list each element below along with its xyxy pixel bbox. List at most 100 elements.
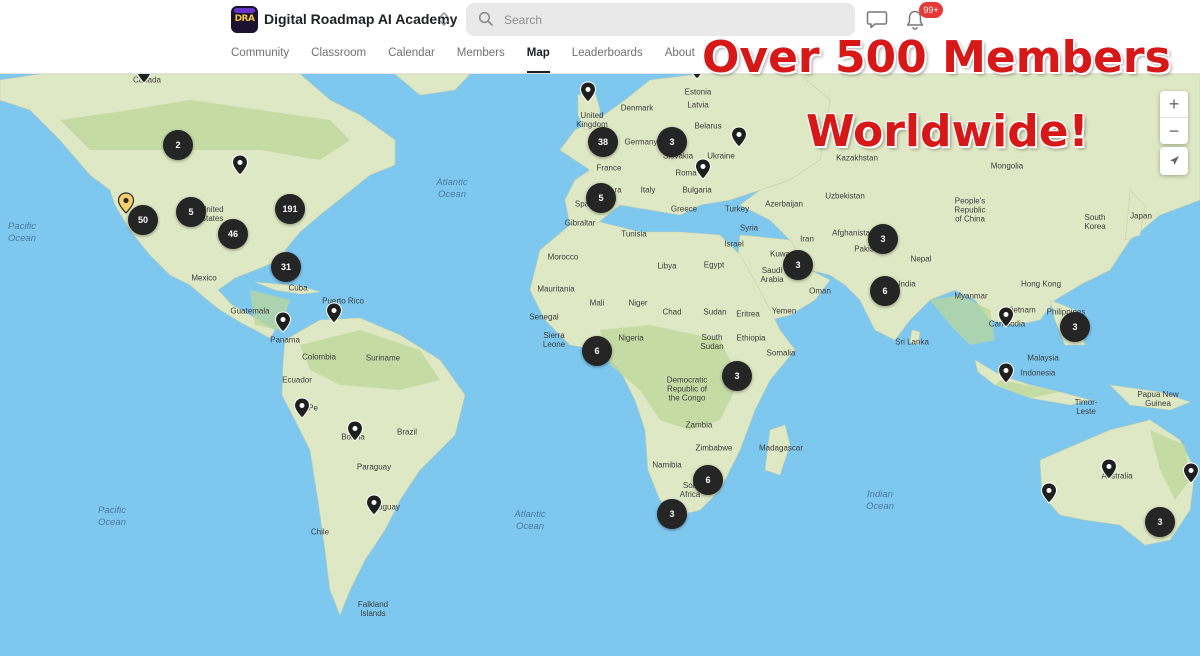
member-pin-icon[interactable]: [365, 494, 383, 516]
current-user-pin-icon[interactable]: [117, 192, 135, 214]
label-saudi-arabia: Saudi Arabia: [760, 266, 784, 284]
member-cluster[interactable]: 6: [870, 276, 900, 306]
label-nepal: Nepal: [910, 254, 932, 264]
member-pin-icon[interactable]: [231, 154, 249, 176]
member-cluster[interactable]: 3: [1145, 507, 1175, 537]
label-mauritania: Mauritania: [537, 284, 575, 294]
label-colombia: Colombia: [302, 352, 336, 362]
chat-icon[interactable]: [866, 10, 888, 30]
tab-about[interactable]: About: [665, 47, 695, 73]
label-hong-kong: Hong Kong: [1020, 279, 1062, 289]
navigation-arrow-icon: [1170, 156, 1179, 165]
member-pin-icon[interactable]: [694, 158, 712, 180]
member-pin-icon[interactable]: [135, 74, 153, 84]
member-cluster[interactable]: 5: [586, 183, 616, 213]
label-pacific-ocean-north: Pacific Ocean: [8, 221, 36, 244]
search-bar[interactable]: [466, 3, 855, 36]
member-pin-icon[interactable]: [997, 362, 1015, 384]
member-pin-icon[interactable]: [1100, 458, 1118, 480]
member-cluster[interactable]: 5: [176, 197, 206, 227]
member-cluster[interactable]: 38: [588, 127, 618, 157]
zoom-in-button[interactable]: +: [1160, 91, 1188, 117]
member-cluster[interactable]: 3: [783, 250, 813, 280]
label-egypt: Egypt: [703, 260, 725, 270]
zoom-out-button[interactable]: −: [1160, 118, 1188, 144]
label-niger: Niger: [628, 298, 648, 308]
member-cluster[interactable]: 191: [275, 194, 305, 224]
tab-classroom[interactable]: Classroom: [311, 47, 366, 73]
group-name[interactable]: Digital Roadmap AI Academy: [264, 11, 457, 27]
label-israel: Israel: [724, 239, 744, 249]
label-india: India: [898, 279, 916, 289]
label-chad: Chad: [662, 307, 682, 317]
member-cluster[interactable]: 2: [163, 130, 193, 160]
member-cluster[interactable]: 46: [218, 219, 248, 249]
label-kazakhstan: Kazakhstan: [836, 153, 878, 163]
member-cluster[interactable]: 6: [693, 465, 723, 495]
label-mali: Mali: [589, 298, 605, 308]
tab-map[interactable]: Map: [526, 47, 550, 73]
label-japan: Japan: [1130, 211, 1152, 221]
label-mongolia: Mongolia: [990, 161, 1024, 171]
label-panama: Panama: [270, 335, 300, 345]
label-sudan: Sudan: [703, 307, 727, 317]
label-south-korea: South Korea: [1084, 213, 1106, 231]
member-cluster[interactable]: 3: [868, 224, 898, 254]
notification-count-badge: 99+: [919, 2, 943, 18]
label-gibraltar: Gibraltar: [564, 218, 596, 228]
label-drc: Democratic Republic of the Congo: [666, 375, 708, 403]
member-pin-icon[interactable]: [346, 420, 364, 442]
member-cluster[interactable]: 3: [1060, 312, 1090, 342]
label-paraguay: Paraguay: [356, 462, 392, 472]
label-south-sudan: South Sudan: [700, 333, 724, 351]
member-pin-icon[interactable]: [730, 126, 748, 148]
search-icon: [478, 11, 493, 26]
label-ra: ra: [614, 185, 622, 195]
member-pin-icon[interactable]: [997, 306, 1015, 328]
group-logo[interactable]: DRA: [231, 6, 258, 33]
member-pin-icon[interactable]: [1182, 462, 1200, 484]
label-ecuador: Ecuador: [282, 375, 312, 385]
label-afghanistan: Afghanista: [832, 228, 870, 238]
label-oman: Oman: [809, 286, 831, 296]
label-atlantic-ocean-south: Atlantic Ocean: [514, 509, 546, 532]
label-turkey: Turkey: [724, 204, 750, 214]
member-pin-icon[interactable]: [1040, 482, 1058, 504]
label-china: People's Republic of China: [954, 196, 986, 224]
zoom-controls: + −: [1160, 91, 1188, 144]
label-azerbaijan: Azerbaijan: [765, 199, 803, 209]
tab-members[interactable]: Members: [457, 47, 505, 73]
label-timor-leste: Timor- Leste: [1074, 398, 1098, 416]
member-pin-icon[interactable]: [688, 74, 706, 80]
label-madagascar: Madagascar: [758, 443, 804, 453]
label-morocco: Morocco: [547, 252, 579, 262]
group-switcher-icon[interactable]: [437, 10, 451, 28]
tab-community[interactable]: Community: [231, 47, 289, 73]
label-chile: Chile: [310, 527, 330, 537]
world-map[interactable]: Canada United States Mexico Cuba Puerto …: [0, 74, 1200, 656]
label-brazil: Brazil: [396, 427, 418, 437]
member-cluster[interactable]: 3: [657, 127, 687, 157]
member-cluster[interactable]: 3: [657, 499, 687, 529]
label-denmark: Denmark: [620, 103, 654, 113]
tab-leaderboards[interactable]: Leaderboards: [572, 47, 643, 73]
label-greece: Greece: [670, 204, 698, 214]
search-input[interactable]: [504, 3, 844, 36]
tab-calendar[interactable]: Calendar: [388, 47, 435, 73]
member-pin-icon[interactable]: [325, 302, 343, 324]
label-belarus: Belarus: [694, 121, 722, 131]
logo-text: DRA: [234, 14, 255, 24]
label-suriname: Suriname: [365, 353, 401, 363]
member-pin-icon[interactable]: [579, 81, 597, 103]
label-eritrea: Eritrea: [736, 309, 760, 319]
label-somalia: Somalia: [766, 348, 796, 358]
member-pin-icon[interactable]: [293, 397, 311, 419]
locate-me-button[interactable]: [1160, 147, 1188, 175]
label-atlantic-ocean-north: Atlantic Ocean: [436, 177, 468, 200]
label-syria: Syria: [739, 223, 759, 233]
member-cluster[interactable]: 31: [271, 252, 301, 282]
member-cluster[interactable]: 3: [722, 361, 752, 391]
member-cluster[interactable]: 6: [582, 336, 612, 366]
label-papua-new-guinea: Papua New Guinea: [1137, 390, 1179, 408]
member-pin-icon[interactable]: [274, 311, 292, 333]
